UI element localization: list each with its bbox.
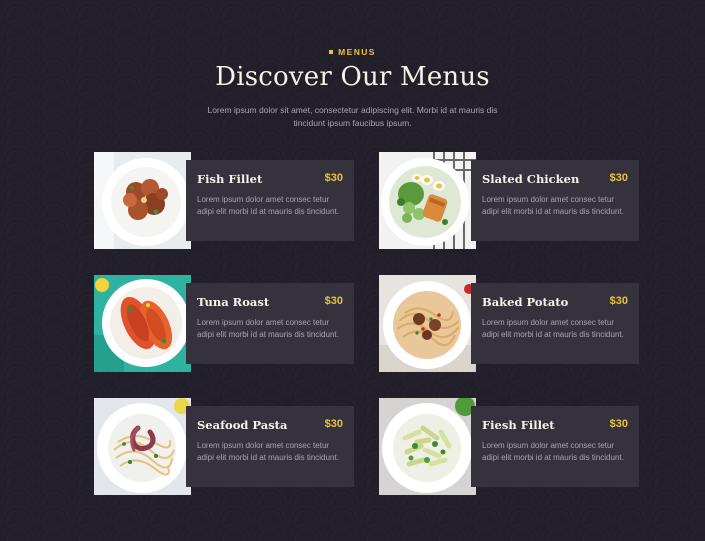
menu-card-panel: Fiesh Fillet $30 Lorem ipsum dolor amet … — [471, 406, 639, 487]
menu-card-panel: Tuna Roast $30 Lorem ipsum dolor amet co… — [186, 283, 354, 364]
dish-price: $30 — [609, 295, 628, 307]
menu-card-panel: Slated Chicken $30 Lorem ipsum dolor ame… — [471, 160, 639, 241]
dish-description: Lorem ipsum dolor amet consec tetur adip… — [197, 195, 339, 217]
dish-description: Lorem ipsum dolor amet consec tetur adip… — [197, 318, 339, 340]
dish-price: $30 — [324, 418, 343, 430]
dish-photo — [94, 152, 191, 249]
dish-name: Baked Potato — [482, 295, 569, 309]
dish-photo — [94, 398, 191, 495]
dish-name: Tuna Roast — [197, 295, 270, 309]
eyebrow-square-icon — [329, 50, 334, 54]
dish-name: Fiesh Fillet — [482, 418, 555, 432]
dish-price: $30 — [609, 418, 628, 430]
dish-description: Lorem ipsum dolor amet consec tetur adip… — [482, 195, 624, 217]
dish-name: Slated Chicken — [482, 172, 580, 186]
section-header: MENUS Discover Our Menus Lorem ipsum dol… — [0, 46, 705, 130]
menu-card-fiesh-fillet[interactable]: Fiesh Fillet $30 Lorem ipsum dolor amet … — [379, 398, 639, 495]
menu-card-panel: Fish Fillet $30 Lorem ipsum dolor amet c… — [186, 160, 354, 241]
dish-price: $30 — [609, 172, 628, 184]
menu-card-tuna-roast[interactable]: Tuna Roast $30 Lorem ipsum dolor amet co… — [94, 275, 354, 372]
dish-description: Lorem ipsum dolor amet consec tetur adip… — [197, 441, 339, 463]
dish-photo — [379, 398, 476, 495]
page-subtitle: Lorem ipsum dolor sit amet, consectetur … — [207, 105, 498, 128]
menu-card-seafood-pasta[interactable]: Seafood Pasta $30 Lorem ipsum dolor amet… — [94, 398, 354, 495]
dish-name: Seafood Pasta — [197, 418, 288, 432]
page-title: Discover Our Menus — [215, 62, 490, 92]
dish-photo — [379, 275, 476, 372]
dish-photo — [94, 275, 191, 372]
menu-card-fish-fillet[interactable]: Fish Fillet $30 Lorem ipsum dolor amet c… — [94, 152, 354, 249]
menu-card-slated-chicken[interactable]: Slated Chicken $30 Lorem ipsum dolor ame… — [379, 152, 639, 249]
dish-name: Fish Fillet — [197, 172, 263, 186]
dish-description: Lorem ipsum dolor amet consec tetur adip… — [482, 318, 624, 340]
menu-card-panel: Baked Potato $30 Lorem ipsum dolor amet … — [471, 283, 639, 364]
menu-card-panel: Seafood Pasta $30 Lorem ipsum dolor amet… — [186, 406, 354, 487]
dish-photo — [379, 152, 476, 249]
dish-price: $30 — [324, 295, 343, 307]
dish-description: Lorem ipsum dolor amet consec tetur adip… — [482, 441, 624, 463]
section-eyebrow: MENUS — [0, 46, 705, 58]
eyebrow-label: MENUS — [338, 47, 376, 57]
menu-card-baked-potato[interactable]: Baked Potato $30 Lorem ipsum dolor amet … — [379, 275, 639, 372]
dish-price: $30 — [324, 172, 343, 184]
